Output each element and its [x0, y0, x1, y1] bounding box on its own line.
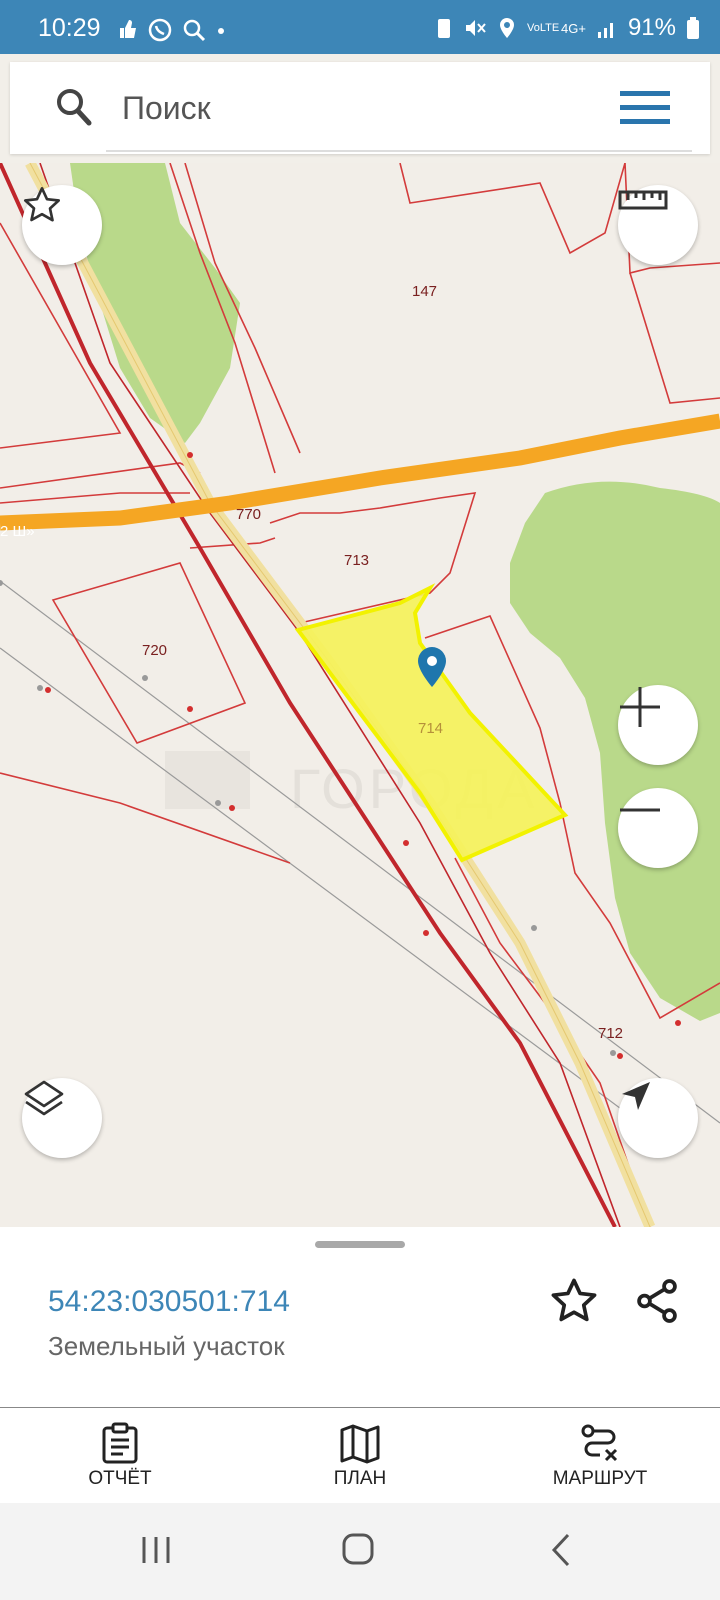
- search-bar[interactable]: Поиск: [10, 62, 710, 154]
- battery-icon: [687, 17, 699, 39]
- power-line-2: [0, 647, 641, 1124]
- parcel-label-713: 713: [344, 552, 369, 569]
- bottom-navigation: ОТЧЁТ ПЛАН МАРШРУТ: [0, 1407, 720, 1504]
- parcel-label-147: 147: [412, 283, 437, 300]
- map-view[interactable]: ГОРОДА: [0, 163, 720, 1227]
- back-icon[interactable]: [548, 1531, 574, 1569]
- nav-report[interactable]: ОТЧЁТ: [40, 1408, 200, 1504]
- signal-icon: [597, 23, 613, 38]
- search-input[interactable]: Поиск: [122, 90, 211, 127]
- cadastral-number[interactable]: 54:23:030501:714: [48, 1285, 290, 1319]
- parcel-info-sheet[interactable]: 54:23:030501:714 Земельный участок: [0, 1227, 720, 1407]
- sheet-drag-handle[interactable]: [315, 1241, 405, 1248]
- plus-icon: [620, 687, 660, 727]
- road-label: 2 Ш»: [0, 523, 35, 540]
- home-icon[interactable]: [340, 1531, 376, 1567]
- map-canvas[interactable]: ГОРОДА: [0, 163, 720, 1227]
- parcel-type: Земельный участок: [48, 1331, 285, 1361]
- mute-icon: [466, 20, 486, 36]
- recent-apps-icon[interactable]: [138, 1533, 174, 1567]
- map-icon: [340, 1424, 380, 1464]
- star-icon: [24, 187, 61, 222]
- nav-route-label: МАРШРУТ: [552, 1468, 648, 1489]
- nav-report-label: ОТЧЁТ: [88, 1468, 152, 1489]
- ruler-button[interactable]: [618, 185, 698, 265]
- dot-icon: [218, 28, 224, 34]
- layers-button[interactable]: [22, 1078, 102, 1158]
- search-icon[interactable]: [54, 86, 94, 128]
- layers-icon: [24, 1080, 64, 1116]
- report-icon: [102, 1422, 138, 1464]
- status-time: 10:29: [38, 14, 101, 42]
- volte-label: VoLTE: [527, 21, 560, 34]
- forest-area-east: [510, 481, 720, 1022]
- location-icon: [500, 18, 515, 38]
- whatsapp-icon: [148, 18, 172, 42]
- my-location-button[interactable]: [618, 1078, 698, 1158]
- zoom-out-button[interactable]: [618, 788, 698, 868]
- parcel-label-770: 770: [236, 506, 261, 523]
- nav-plan[interactable]: ПЛАН: [280, 1408, 440, 1504]
- nav-plan-label: ПЛАН: [333, 1468, 387, 1489]
- share-icon[interactable]: [632, 1275, 682, 1327]
- network-label: 4G+: [561, 20, 586, 36]
- zoom-in-button[interactable]: [618, 685, 698, 765]
- parcel-label-714: 714: [418, 720, 443, 737]
- road-edge-left: [0, 163, 617, 1227]
- route-icon: [581, 1424, 618, 1462]
- system-navigation-bar: [0, 1503, 720, 1600]
- parcel-label-712: 712: [598, 1025, 623, 1042]
- parcel-label-720: 720: [142, 642, 167, 659]
- battery-level: 91%: [627, 14, 676, 41]
- favorite-star-icon[interactable]: [548, 1275, 600, 1327]
- favorites-button[interactable]: [22, 185, 102, 265]
- navigation-arrow-icon: [622, 1082, 650, 1110]
- nav-route[interactable]: МАРШРУТ: [520, 1408, 680, 1504]
- minus-icon: [620, 808, 660, 812]
- ruler-icon: [618, 190, 668, 210]
- battery-saver-icon: [438, 19, 451, 38]
- menu-icon[interactable]: [620, 88, 670, 128]
- like-notification-icon: [120, 20, 136, 38]
- search-notification-icon: [183, 19, 206, 42]
- status-bar: 10:29 VoLTE 4G+ 91%: [0, 0, 720, 54]
- search-underline: [106, 150, 692, 152]
